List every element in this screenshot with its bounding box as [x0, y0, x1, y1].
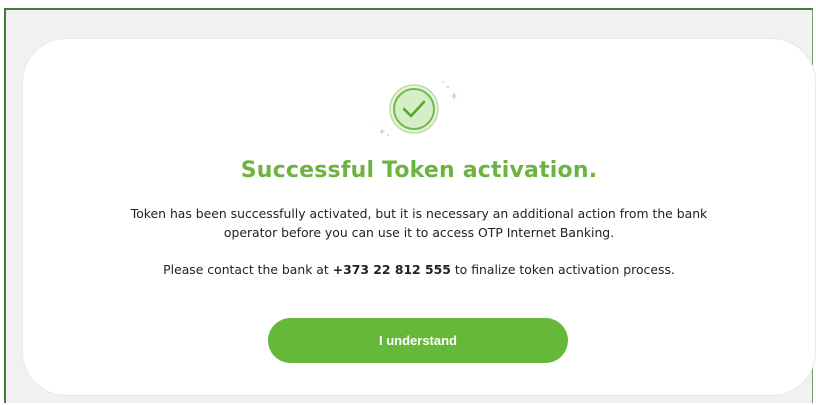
dialog-title: Successful Token activation.	[240, 158, 598, 183]
contact-prefix: Please contact the bank at	[163, 262, 333, 277]
bank-phone-number: +373 22 812 555	[332, 262, 451, 277]
contact-message: Please contact the bank at +373 22 812 5…	[60, 260, 778, 279]
message-line-1: Token has been successfully activated, b…	[130, 206, 708, 221]
message-line-2: operator before you can use it to access…	[223, 225, 615, 240]
activation-message: Token has been successfully activated, b…	[60, 204, 778, 242]
contact-suffix: to finalize token activation process.	[450, 262, 675, 277]
i-understand-button[interactable]: I understand	[268, 318, 568, 363]
success-checkmark-icon	[370, 78, 460, 142]
